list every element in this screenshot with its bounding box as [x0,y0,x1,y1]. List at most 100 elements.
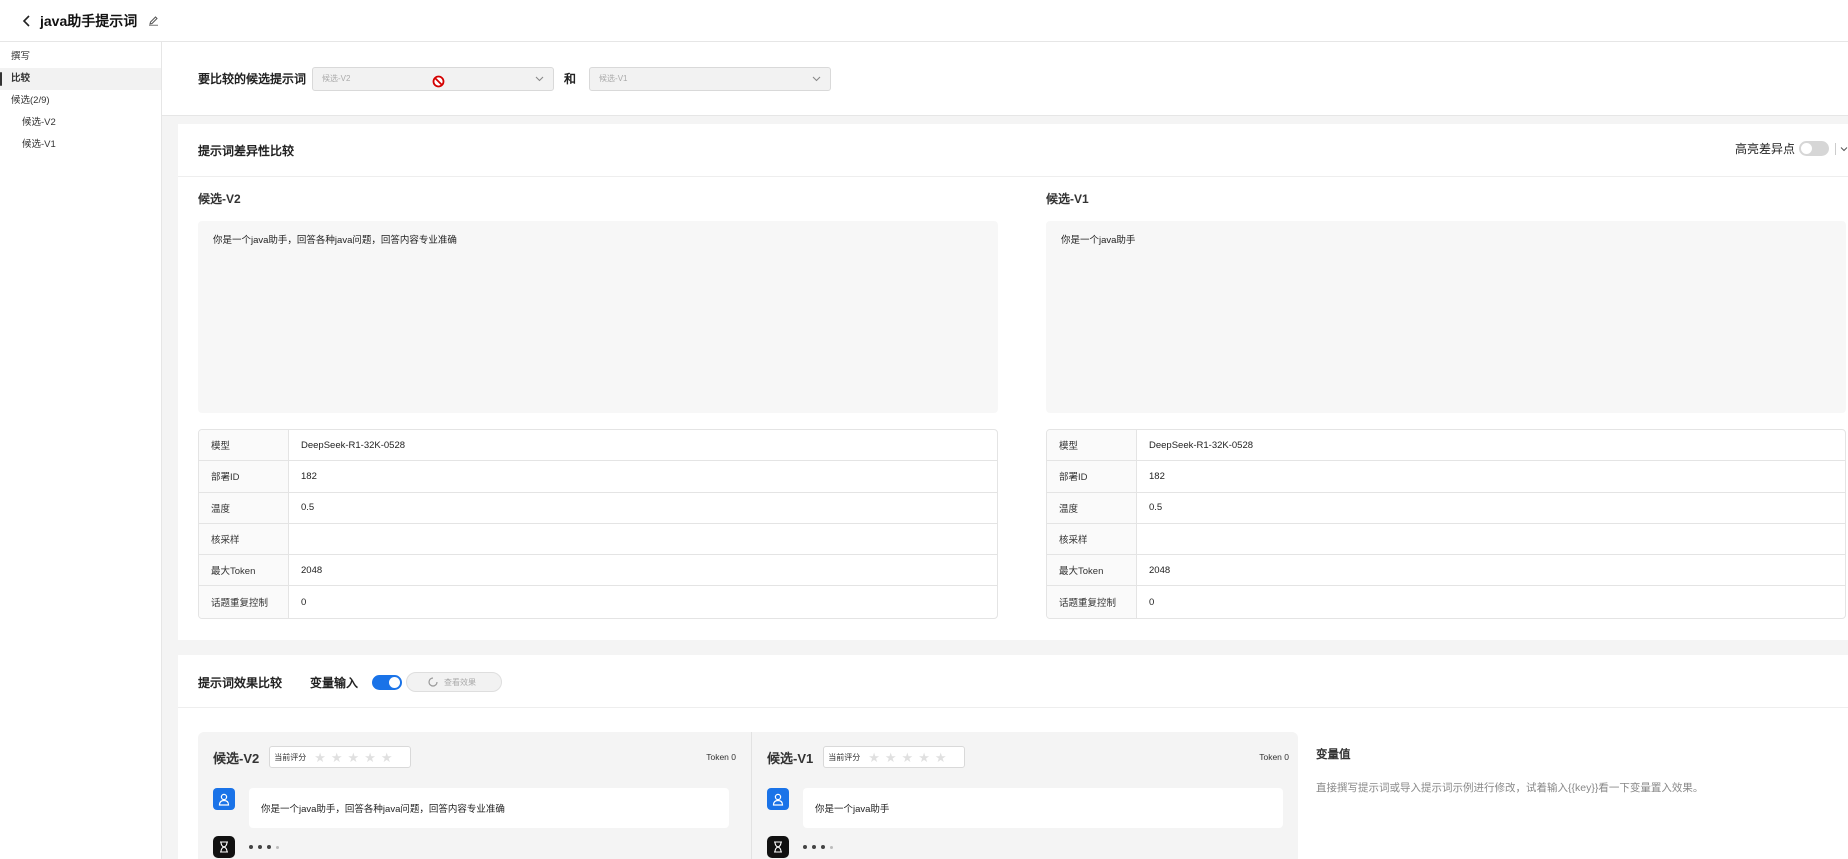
typing-indicator [249,845,284,849]
and-label: 和 [564,72,577,86]
chevron-down-icon [812,76,821,81]
select-b-placeholder: 候选-V1 [599,74,628,83]
param-value: 2048 [1149,564,1171,576]
prompt-text: 你是一个java助手，回答各种java问题，回答内容专业准确 [198,221,998,413]
param-value: DeepSeek-R1-32K-0528 [301,439,406,451]
divider [178,176,1848,177]
star-icon[interactable]: ★ [364,751,376,764]
param-row-model: 模型 DeepSeek-R1-32K-0528 [199,430,997,462]
sidebar-item-compare[interactable]: 比较 [0,68,161,90]
variable-input-toggle[interactable] [372,674,403,690]
star-icon[interactable]: ★ [902,751,914,764]
param-key: 核采样 [199,523,289,555]
param-row-top-p: 核采样 [1047,523,1845,556]
compare-selector-bar: 要比较的候选提示词 候选-V2 和 候选-V1 [162,42,1848,116]
param-value: 182 [301,470,317,482]
chevron-down-icon [535,76,544,81]
param-value: 0 [301,596,307,608]
prompt-text: 你是一个java助手 [1046,221,1846,413]
user-message: 你是一个java助手 [803,788,1283,828]
param-row-temperature: 温度 0.5 [1047,492,1845,524]
param-key: 温度 [1047,492,1137,523]
chat-compare-area: 候选-V2 当前评分 ★ ★ ★ ★ ★ Token 0 你是一个java助手，… [198,732,1298,859]
page-title: java助手提示词 [40,12,138,29]
effect-panel-header: 提示词效果比较 变量输入 查看效果 [198,672,503,692]
candidate-select-a[interactable]: 候选-V2 [312,66,555,91]
star-icon[interactable]: ★ [348,751,360,764]
highlight-diff-label: 高亮差异点 [1734,142,1795,156]
diff-column-right: 候选-V1 你是一个java助手 模型 DeepSeek-R1-32K-0528 … [1046,182,1846,619]
highlight-diff-control: 高亮差异点 [1735,140,1848,157]
sidebar-item-candidate-v1[interactable]: 候选-V1 [0,134,161,156]
param-row-model: 模型 DeepSeek-R1-32K-0528 [1047,430,1845,462]
view-effect-button[interactable]: 查看效果 [406,672,503,692]
effect-panel-title: 提示词效果比较 [198,675,283,690]
param-key: 部署ID [199,461,289,492]
hourglass-icon [767,836,789,858]
divider [1835,142,1836,155]
star-icon[interactable]: ★ [381,751,393,764]
param-value: 182 [1149,470,1165,482]
star-icon[interactable]: ★ [935,751,947,764]
variable-values-panel: 变量值 直接撰写提示词或导入提示词示例进行修改，试着输入{{key}}看一下变量… [1316,746,1703,794]
param-row-deploy-id: 部署ID 182 [199,461,997,493]
candidate-name: 候选-V2 [198,192,241,206]
typing-indicator [803,845,838,849]
compare-label: 要比较的候选提示词 [198,72,307,86]
param-value: DeepSeek-R1-32K-0528 [1149,439,1254,451]
param-row-top-p: 核采样 [199,523,997,556]
candidate-name: 候选-V1 [1046,192,1089,206]
variable-input-label: 变量输入 [310,675,359,690]
star-icon[interactable]: ★ [885,751,897,764]
user-avatar-icon [767,788,789,810]
chevron-down-icon[interactable] [1840,145,1848,153]
param-key: 最大Token [199,555,289,586]
rating-box: 当前评分 ★ ★ ★ ★ ★ [269,746,412,768]
back-arrow-icon[interactable] [20,14,34,28]
assistant-message-row [767,836,838,858]
rating-label: 当前评分 [828,752,861,762]
param-row-max-token: 最大Token 2048 [199,555,997,587]
param-value: 2048 [301,564,323,576]
token-count: Token 0 [1259,752,1289,762]
star-icon[interactable]: ★ [314,751,326,764]
user-message-row: 你是一个java助手 [767,788,1283,828]
star-icon[interactable]: ★ [868,751,880,764]
param-row-max-token: 最大Token 2048 [1047,555,1845,587]
hourglass-icon [213,836,235,858]
highlight-diff-toggle[interactable] [1799,141,1829,156]
variable-values-hint: 直接撰写提示词或导入提示词示例进行修改，试着输入{{key}}看一下变量置入效果… [1316,782,1704,794]
param-value [289,524,997,554]
param-key: 话题重复控制 [199,586,289,618]
sidebar-item-compose[interactable]: 撰写 [0,46,161,68]
rating-box: 当前评分 ★ ★ ★ ★ ★ [823,746,966,768]
param-key: 模型 [199,430,289,461]
candidate-select-b[interactable]: 候选-V1 [589,66,832,91]
param-row-temperature: 温度 0.5 [199,492,997,524]
star-icon[interactable]: ★ [331,751,343,764]
user-avatar-icon [213,788,235,810]
prompt-effect-panel: 提示词效果比较 变量输入 查看效果 候选-V2 当前评分 ★ ★ ★ ★ ★ T… [178,655,1848,859]
param-row-repeat-penalty: 话题重复控制 0 [1047,586,1845,618]
main-content: 要比较的候选提示词 候选-V2 和 候选-V1 提示词差异性比较 高亮差异点 候… [162,42,1848,859]
chat-header: 候选-V2 当前评分 ★ ★ ★ ★ ★ [213,746,412,768]
param-table: 模型 DeepSeek-R1-32K-0528 部署ID 182 温度 0.5 核采样… [198,429,998,619]
forbidden-cursor-icon [432,75,445,87]
param-value: 0 [1149,596,1155,608]
loading-spinner-icon [428,677,438,687]
chat-column-v2: 候选-V2 当前评分 ★ ★ ★ ★ ★ Token 0 你是一个java助手，… [198,732,751,859]
chat-header: 候选-V1 当前评分 ★ ★ ★ ★ ★ [767,746,966,768]
param-key: 模型 [1047,430,1137,461]
param-value [1137,524,1845,554]
sidebar-item-candidate-v2[interactable]: 候选-V2 [0,112,161,134]
top-header: java助手提示词 [0,0,1848,42]
param-row-deploy-id: 部署ID 182 [1047,461,1845,493]
edit-pencil-icon[interactable] [147,15,159,27]
param-key: 核采样 [1047,523,1137,555]
assistant-message-row [213,836,284,858]
param-value: 0.5 [301,502,315,514]
user-message-row: 你是一个java助手，回答各种java问题，回答内容专业准确 [213,788,729,828]
sidebar-item-candidates[interactable]: 候选(2/9) [0,90,161,112]
star-icon[interactable]: ★ [918,751,930,764]
variable-values-title: 变量值 [1316,749,1351,761]
